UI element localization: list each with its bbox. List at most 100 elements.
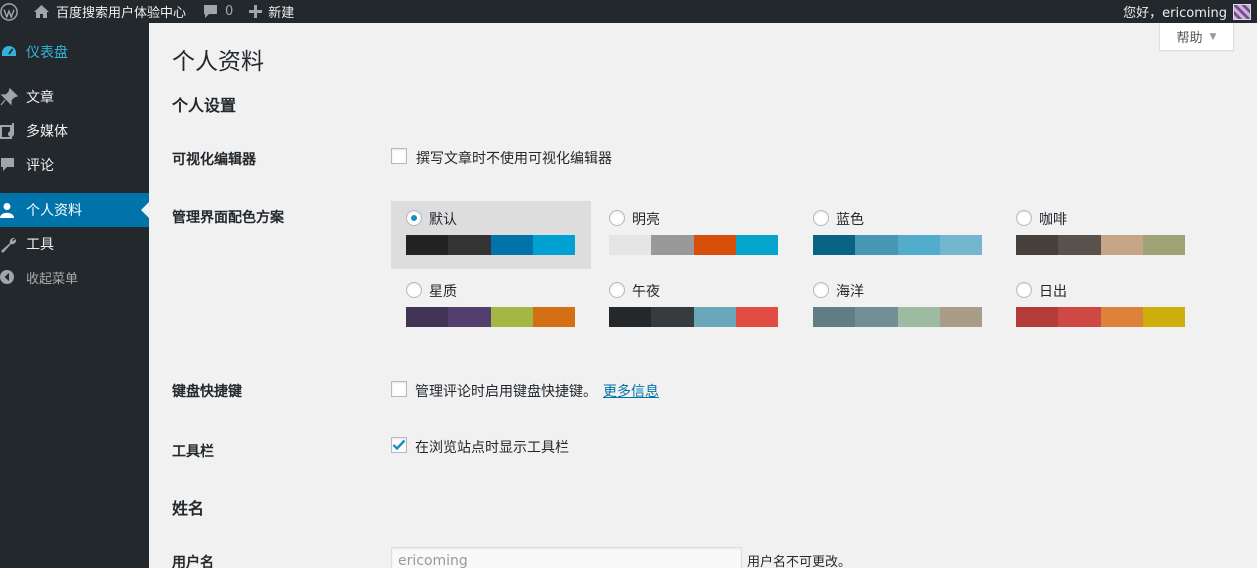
page-title: 个人资料	[172, 49, 264, 75]
color-scheme-option-ectoplasm[interactable]: 星质	[391, 273, 591, 341]
color-swatch-palette	[1016, 307, 1185, 327]
sidebar-item-media[interactable]: 多媒体	[0, 114, 149, 148]
color-swatch	[693, 307, 736, 327]
color-swatch	[1058, 235, 1101, 255]
color-swatch	[897, 235, 940, 255]
color-swatch-palette	[1016, 235, 1185, 255]
color-scheme-name: 默认	[429, 212, 457, 228]
color-scheme-name: 海洋	[836, 284, 864, 300]
color-scheme-option-sunrise[interactable]: 日出	[1001, 273, 1201, 341]
color-scheme-radio[interactable]	[1016, 282, 1032, 298]
color-scheme-option-light[interactable]: 明亮	[594, 201, 794, 269]
color-swatch-palette	[406, 307, 575, 327]
color-scheme-label: 管理界面配色方案	[172, 210, 284, 226]
sidebar-item-posts[interactable]: 文章	[0, 80, 149, 114]
sidebar-item-label: 评论	[26, 158, 54, 174]
color-scheme-radio[interactable]	[609, 210, 625, 226]
sidebar-item-comments[interactable]: 评论	[0, 148, 149, 182]
color-swatch	[1100, 235, 1143, 255]
color-scheme-name: 蓝色	[836, 212, 864, 228]
toolbar-label: 工具栏	[172, 444, 214, 460]
sidebar-item-tools[interactable]: 工具	[0, 227, 149, 261]
color-swatch	[651, 235, 694, 255]
color-swatch	[651, 307, 694, 327]
color-swatch	[448, 235, 491, 255]
wordpress-logo-icon[interactable]	[0, 0, 18, 23]
color-scheme-radio[interactable]	[406, 282, 422, 298]
color-swatch-palette	[813, 235, 982, 255]
color-swatch	[1058, 307, 1101, 327]
sidebar-item-dashboard[interactable]: 仪表盘	[0, 35, 149, 69]
username-input[interactable]	[391, 547, 742, 568]
home-icon	[33, 4, 50, 19]
sidebar-item-label: 个人资料	[26, 203, 82, 219]
color-scheme-name: 星质	[429, 284, 457, 300]
username-description: 用户名不可更改。	[747, 555, 852, 568]
color-swatch	[855, 307, 898, 327]
color-swatch-palette	[609, 307, 778, 327]
color-swatch	[490, 307, 533, 327]
collapse-menu-button[interactable]: 收起菜单	[0, 260, 149, 294]
my-account-menu[interactable]: 您好，ericoming	[1123, 0, 1251, 23]
color-swatch-palette	[406, 235, 575, 255]
comments-link[interactable]: 0	[202, 0, 233, 23]
show-toolbar-checkbox[interactable]	[391, 437, 407, 453]
keyboard-shortcuts-text: 管理评论时启用键盘快捷键。	[415, 384, 597, 400]
help-tab-button[interactable]: 帮助 ▼	[1159, 23, 1234, 51]
collapse-arrow-icon	[0, 269, 24, 285]
admin-toolbar: 百度搜索用户体验中心 0 新建 您好，ericoming	[0, 0, 1257, 23]
color-swatch	[1142, 235, 1185, 255]
sidebar-item-label: 工具	[26, 237, 54, 253]
color-swatch	[609, 235, 652, 255]
site-name: 百度搜索用户体验中心	[56, 6, 187, 21]
color-scheme-option-coffee[interactable]: 咖啡	[1001, 201, 1201, 269]
site-name-link[interactable]: 百度搜索用户体验中心	[33, 0, 186, 23]
color-scheme-name: 午夜	[632, 284, 660, 300]
color-swatch	[532, 235, 575, 255]
color-scheme-option-midnight[interactable]: 午夜	[594, 273, 794, 341]
color-swatch	[532, 307, 575, 327]
new-content-button[interactable]: 新建	[249, 0, 294, 23]
color-swatch	[855, 235, 898, 255]
color-scheme-radio[interactable]	[1016, 210, 1032, 226]
plus-icon	[249, 5, 263, 18]
color-swatch	[490, 235, 533, 255]
keyboard-shortcuts-checkbox-label[interactable]: 管理评论时启用键盘快捷键。 更多信息	[415, 381, 659, 401]
visual-editor-checkbox[interactable]	[391, 148, 407, 164]
color-scheme-option-default[interactable]: 默认	[391, 201, 591, 269]
username-label: 用户名	[172, 555, 214, 568]
color-scheme-radio[interactable]	[609, 282, 625, 298]
color-swatch	[939, 307, 982, 327]
visual-editor-label: 可视化编辑器	[172, 152, 256, 168]
show-toolbar-checkbox-label[interactable]: 在浏览站点时显示工具栏	[415, 437, 569, 457]
color-swatch	[939, 235, 982, 255]
comment-icon	[0, 157, 24, 173]
visual-editor-checkbox-label[interactable]: 撰写文章时不使用可视化编辑器	[416, 148, 612, 168]
sidebar-item-profile[interactable]: 个人资料	[0, 193, 149, 227]
section-heading-name: 姓名	[172, 499, 205, 518]
color-swatch	[406, 235, 449, 255]
user-icon	[0, 202, 24, 218]
color-scheme-radio[interactable]	[813, 282, 829, 298]
color-scheme-radio[interactable]	[813, 210, 829, 226]
sidebar-item-label: 收起菜单	[26, 271, 79, 287]
color-swatch-palette	[609, 235, 778, 255]
sidebar-item-label: 仪表盘	[26, 45, 68, 61]
color-swatch	[735, 307, 778, 327]
color-swatch	[693, 235, 736, 255]
color-scheme-option-ocean[interactable]: 海洋	[798, 273, 998, 341]
section-heading-personal-options: 个人设置	[172, 96, 237, 115]
color-swatch	[1016, 235, 1059, 255]
new-label: 新建	[268, 6, 295, 21]
color-swatch-palette	[813, 307, 982, 327]
more-info-link[interactable]: 更多信息	[603, 384, 659, 400]
color-scheme-name: 日出	[1039, 284, 1067, 300]
color-swatch	[735, 235, 778, 255]
color-scheme-option-blue[interactable]: 蓝色	[798, 201, 998, 269]
color-swatch	[609, 307, 652, 327]
wrench-icon	[0, 236, 24, 253]
keyboard-shortcuts-checkbox[interactable]	[391, 381, 407, 397]
color-scheme-name: 咖啡	[1039, 212, 1067, 228]
color-scheme-radio[interactable]	[406, 210, 422, 226]
checkmark-icon	[392, 439, 406, 451]
